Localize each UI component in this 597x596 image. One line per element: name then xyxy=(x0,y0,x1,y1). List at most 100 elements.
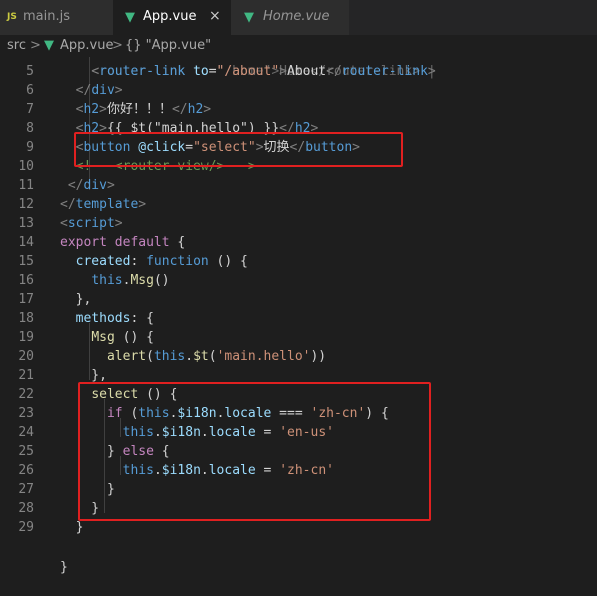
line-number: 15 xyxy=(18,254,34,269)
code-token: . xyxy=(185,349,194,364)
code-line[interactable]: 12 </template> xyxy=(0,195,597,214)
code-token: > xyxy=(138,197,147,212)
code-line[interactable]: 11 </div> xyxy=(0,176,597,195)
line-number: 11 xyxy=(18,178,34,193)
code-text: }, xyxy=(60,290,92,309)
tab-label: main.js xyxy=(23,9,70,24)
code-text: created: function () { xyxy=(60,252,248,271)
code-token: script xyxy=(67,216,115,231)
code-token: div xyxy=(91,83,115,98)
code-token: > xyxy=(279,64,287,79)
code-token: alert xyxy=(106,349,147,364)
code-token: > xyxy=(203,102,212,117)
code-token: } xyxy=(60,520,84,535)
code-text: </div> xyxy=(60,176,115,195)
code-token: $t xyxy=(193,349,209,364)
tab-app-vue[interactable]: ▼ App.vue × xyxy=(113,0,231,35)
code-line[interactable]: 20 alert(this.$t('main.hello')) xyxy=(0,347,597,366)
code-token: 'main.hello' xyxy=(216,349,311,364)
code-token: 你好！！！ xyxy=(106,102,172,117)
code-token: > xyxy=(106,178,115,193)
code-token: router-link xyxy=(99,64,186,79)
code-token: { xyxy=(169,235,186,250)
code-token: h2 xyxy=(83,102,100,117)
code-token: router-link xyxy=(341,64,428,79)
line-number: 12 xyxy=(18,197,34,212)
code-token: About xyxy=(287,64,327,79)
code-token: "/about" xyxy=(216,64,280,79)
line-number: 28 xyxy=(18,501,34,516)
close-tab-icon[interactable]: × xyxy=(209,8,221,24)
code-line[interactable]: 6 </div> xyxy=(0,81,597,100)
code-text: <script> xyxy=(60,214,123,233)
highlight-box-select-method xyxy=(78,382,431,521)
code-token: h2 xyxy=(187,102,204,117)
code-text: </div> xyxy=(60,81,123,100)
code-token: </ xyxy=(326,64,342,79)
code-text: export default { xyxy=(60,233,185,252)
code-token: </ xyxy=(67,178,84,193)
code-token: div xyxy=(83,178,107,193)
code-text: this.Msg() xyxy=(60,271,170,290)
code-token: this xyxy=(153,349,186,364)
code-line[interactable]: 15 created: function () { xyxy=(0,252,597,271)
line-number: 5 xyxy=(26,64,34,79)
code-token: () xyxy=(153,273,170,288)
code-token: }, xyxy=(60,292,92,307)
tab-main-js[interactable]: JS main.js xyxy=(0,0,113,35)
line-number: 24 xyxy=(18,425,34,440)
code-line[interactable]: 14 export default { xyxy=(0,233,597,252)
line-number: 21 xyxy=(18,368,34,383)
vue-file-icon: ▼ xyxy=(125,10,135,25)
code-token: </ xyxy=(75,83,92,98)
line-number: 18 xyxy=(18,311,34,326)
code-line[interactable]: 17 }, xyxy=(0,290,597,309)
code-text: <router-link to="/about">About</router-l… xyxy=(60,62,435,81)
code-token: </ xyxy=(171,102,188,117)
code-token: Msg xyxy=(91,330,115,345)
code-token: export xyxy=(60,235,107,250)
code-token: function xyxy=(146,254,209,269)
code-token: default xyxy=(114,235,170,250)
code-token: () { xyxy=(114,330,154,345)
code-token: ( xyxy=(208,349,217,364)
code-line[interactable]: 13 <script> xyxy=(0,214,597,233)
code-token: > xyxy=(114,83,123,98)
code-token: this xyxy=(91,273,123,288)
code-token: </ xyxy=(60,197,76,212)
javascript-file-icon: JS xyxy=(7,12,17,22)
code-token: = xyxy=(208,64,217,79)
line-number: 25 xyxy=(18,444,34,459)
code-token: > xyxy=(114,216,123,231)
code-line[interactable]: 16 this.Msg() xyxy=(0,271,597,290)
line-number: 6 xyxy=(26,83,34,98)
partial-code-line: } xyxy=(60,560,68,575)
code-token: () { xyxy=(208,254,248,269)
tab-label: Home.vue xyxy=(263,9,330,24)
code-token: < xyxy=(91,64,100,79)
line-number: 27 xyxy=(18,482,34,497)
code-token: }, xyxy=(60,368,107,383)
tab-home-vue[interactable]: ▼ Home.vue xyxy=(231,0,349,35)
line-number: 8 xyxy=(26,121,34,136)
code-line[interactable]: 7 <h2>你好！！！</h2> xyxy=(0,100,597,119)
code-token: created xyxy=(75,254,131,269)
line-number: 20 xyxy=(18,349,34,364)
editor-tab-bar: JS main.js ▼ App.vue × ▼ Home.vue xyxy=(0,0,597,35)
code-text: </template> xyxy=(60,195,146,214)
code-line[interactable]: 19 Msg () { xyxy=(0,328,597,347)
code-text: alert(this.$t('main.hello')) xyxy=(60,347,326,366)
code-line[interactable]: 18 methods: { xyxy=(0,309,597,328)
line-number: 23 xyxy=(18,406,34,421)
code-line[interactable]: 5 <router-link to="/about">About</router… xyxy=(0,62,597,81)
